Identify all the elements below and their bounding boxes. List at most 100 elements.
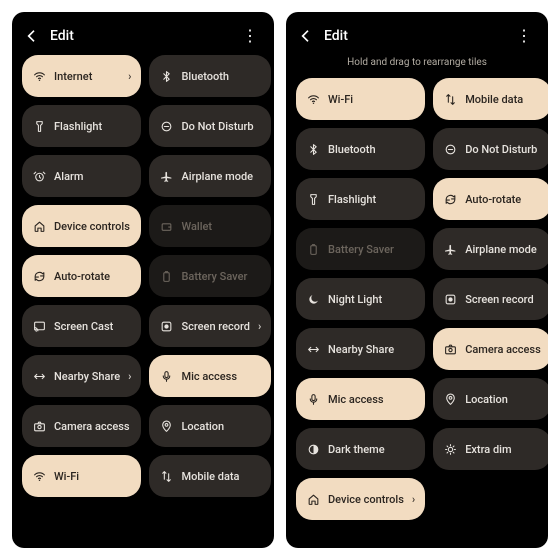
- tile-share[interactable]: Nearby Share ›: [22, 355, 141, 397]
- tile-rotate[interactable]: Auto-rotate: [433, 178, 548, 220]
- chevron-right-icon: ›: [128, 370, 131, 383]
- tile-label: Mobile data: [465, 93, 541, 106]
- tile-camera[interactable]: Camera access: [433, 328, 548, 370]
- record-icon: [159, 320, 173, 333]
- tile-label: Device controls: [54, 220, 131, 233]
- tile-extradim[interactable]: Extra dim: [433, 428, 548, 470]
- tile-airplane[interactable]: Airplane mode: [433, 228, 548, 270]
- tile-label: Auto-rotate: [54, 270, 131, 283]
- tile-bluetooth[interactable]: Bluetooth: [296, 128, 425, 170]
- tile-darktheme[interactable]: Dark theme: [296, 428, 425, 470]
- tile-camera[interactable]: Camera access: [22, 405, 141, 447]
- tile-wallet[interactable]: Wallet: [149, 205, 271, 247]
- tile-label: Night Light: [328, 293, 415, 306]
- airplane-icon: [443, 243, 457, 256]
- tile-label: Location: [465, 393, 541, 406]
- data-icon: [159, 470, 173, 483]
- tile-label: Screen Cast: [54, 320, 131, 333]
- tile-label: Screen record: [465, 293, 541, 306]
- tile-label: Flashlight: [54, 120, 131, 133]
- mic-icon: [306, 393, 320, 406]
- tile-wifi[interactable]: Wi-Fi: [22, 455, 141, 497]
- tile-label: Dark theme: [328, 443, 415, 456]
- tile-label: Internet: [54, 70, 120, 83]
- tile-data[interactable]: Mobile data: [149, 455, 271, 497]
- tile-dnd[interactable]: Do Not Disturb: [433, 128, 548, 170]
- tile-label: Airplane mode: [465, 243, 541, 256]
- share-icon: [306, 343, 320, 356]
- tile-grid: Internet › Bluetooth Flashlight Do Not Distu…: [12, 55, 274, 507]
- bluetooth-icon: [159, 70, 173, 83]
- tile-airplane[interactable]: Airplane mode: [149, 155, 271, 197]
- tile-label: Mic access: [181, 370, 261, 383]
- tile-share[interactable]: Nearby Share: [296, 328, 425, 370]
- rotate-icon: [443, 193, 457, 206]
- tile-label: Battery Saver: [181, 270, 261, 283]
- camera-icon: [443, 343, 457, 356]
- tile-label: Extra dim: [465, 443, 541, 456]
- wallet-icon: [159, 220, 173, 233]
- header: Edit ⋮: [12, 12, 274, 55]
- chevron-right-icon: ›: [128, 70, 131, 83]
- tile-label: Bluetooth: [328, 143, 415, 156]
- back-icon[interactable]: [298, 28, 314, 44]
- tile-label: Do Not Disturb: [465, 143, 541, 156]
- chevron-right-icon: ›: [258, 320, 261, 333]
- tile-mic[interactable]: Mic access: [296, 378, 425, 420]
- tile-label: Mobile data: [181, 470, 261, 483]
- rearrange-hint: Hold and drag to rearrange tiles: [286, 55, 548, 78]
- tile-data[interactable]: Mobile data: [433, 78, 548, 120]
- tile-wifi[interactable]: Wi-Fi: [296, 78, 425, 120]
- tile-location[interactable]: Location: [433, 378, 548, 420]
- tile-flashlight[interactable]: Flashlight: [22, 105, 141, 147]
- tile-bluetooth[interactable]: Bluetooth: [149, 55, 271, 97]
- cast-icon: [32, 320, 46, 333]
- data-icon: [443, 93, 457, 106]
- location-icon: [443, 393, 457, 406]
- tile-wifi[interactable]: Internet ›: [22, 55, 141, 97]
- share-icon: [32, 370, 46, 383]
- tile-label: Flashlight: [328, 193, 415, 206]
- darktheme-icon: [306, 443, 320, 456]
- tile-dnd[interactable]: Do Not Disturb: [149, 105, 271, 147]
- page-title: Edit: [324, 28, 512, 44]
- tile-home[interactable]: Device controls›: [296, 478, 425, 520]
- tile-battery[interactable]: Battery Saver: [296, 228, 425, 270]
- wifi-icon: [32, 70, 46, 83]
- tile-record[interactable]: Screen record ›: [149, 305, 271, 347]
- airplane-icon: [159, 170, 173, 183]
- chevron-right-icon: ›: [412, 493, 415, 506]
- tile-label: Wi-Fi: [328, 93, 415, 106]
- phone-right: Edit ⋮ Hold and drag to rearrange tiles …: [286, 12, 548, 548]
- battery-icon: [159, 270, 173, 283]
- tile-location[interactable]: Location: [149, 405, 271, 447]
- alarm-icon: [32, 170, 46, 183]
- dnd-icon: [443, 143, 457, 156]
- moon-icon: [306, 293, 320, 306]
- tile-battery[interactable]: Battery Saver: [149, 255, 271, 297]
- wifi-icon: [306, 93, 320, 106]
- tile-label: Location: [181, 420, 261, 433]
- tile-cast[interactable]: Screen Cast: [22, 305, 141, 347]
- back-icon[interactable]: [24, 28, 40, 44]
- tile-label: Nearby Share: [54, 370, 120, 383]
- tile-label: Wallet: [181, 220, 261, 233]
- record-icon: [443, 293, 457, 306]
- tile-rotate[interactable]: Auto-rotate: [22, 255, 141, 297]
- tile-mic[interactable]: Mic access: [149, 355, 271, 397]
- bluetooth-icon: [306, 143, 320, 156]
- tile-label: Camera access: [465, 343, 541, 356]
- more-icon[interactable]: ⋮: [238, 26, 262, 45]
- tile-label: Battery Saver: [328, 243, 415, 256]
- tile-flashlight[interactable]: Flashlight: [296, 178, 425, 220]
- tile-alarm[interactable]: Alarm: [22, 155, 141, 197]
- home-icon: [32, 220, 46, 233]
- home-icon: [306, 493, 320, 506]
- more-icon[interactable]: ⋮: [512, 26, 536, 45]
- tile-moon[interactable]: Night Light: [296, 278, 425, 320]
- tile-home[interactable]: Device controls: [22, 205, 141, 247]
- tile-label: Do Not Disturb: [181, 120, 261, 133]
- tile-record[interactable]: Screen record: [433, 278, 548, 320]
- tile-label: Camera access: [54, 420, 131, 433]
- tile-label: Screen record: [181, 320, 249, 333]
